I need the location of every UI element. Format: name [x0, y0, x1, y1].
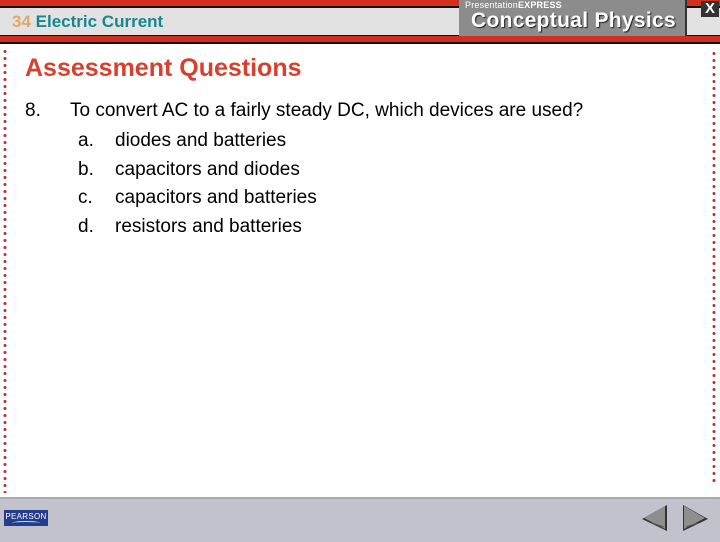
dotted-border-right: [712, 50, 716, 485]
brand-title: Conceptual Physics: [471, 9, 676, 32]
pearson-logo-text: PEARSON: [5, 512, 47, 521]
footer-bar: [0, 497, 720, 542]
answer-option-d: d. resistors and batteries: [78, 216, 302, 238]
chapter-number: 34: [12, 12, 31, 31]
dotted-border-left: [3, 48, 7, 493]
option-label: c.: [78, 187, 93, 208]
option-label: b.: [78, 159, 94, 180]
option-label: a.: [78, 130, 94, 151]
next-slide-button[interactable]: [680, 503, 710, 533]
triangle-left-icon: [642, 505, 667, 531]
chapter-heading: 34 Electric Current: [12, 12, 163, 32]
option-label: d.: [78, 216, 94, 237]
brand-logo: PresentationEXPRESS Conceptual Physics: [459, 0, 687, 36]
pearson-logo: PEARSON: [4, 510, 48, 526]
header-bar: 34 Electric Current PresentationEXPRESS …: [0, 0, 720, 44]
answer-option-c: c. capacitors and batteries: [78, 187, 317, 209]
close-button[interactable]: X: [701, 1, 719, 17]
chapter-title: Electric Current: [35, 12, 164, 31]
option-text: capacitors and batteries: [115, 187, 317, 208]
question-text: To convert AC to a fairly steady DC, whi…: [70, 100, 584, 121]
answer-option-a: a. diodes and batteries: [78, 130, 286, 152]
header-bottom-stripe: [0, 36, 720, 42]
option-text: diodes and batteries: [115, 130, 287, 151]
question-number: 8.: [25, 100, 41, 121]
answer-option-b: b. capacitors and diodes: [78, 159, 300, 181]
previous-slide-button[interactable]: [640, 503, 670, 533]
pearson-swoosh: [12, 521, 40, 525]
option-text: capacitors and diodes: [115, 159, 300, 180]
triangle-right-icon: [683, 505, 708, 531]
slide-title: Assessment Questions: [25, 54, 302, 82]
option-text: resistors and batteries: [115, 216, 302, 237]
